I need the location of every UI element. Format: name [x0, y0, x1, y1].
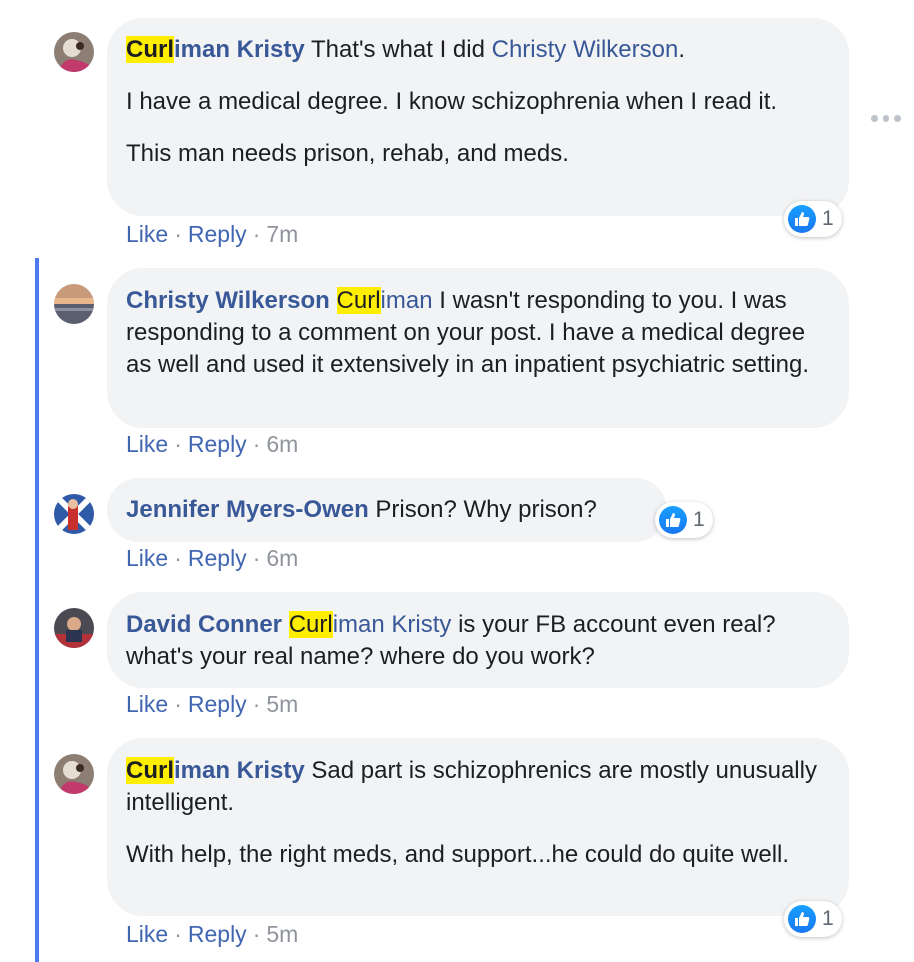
- more-options-icon[interactable]: [871, 112, 902, 124]
- separator: ·: [252, 221, 261, 247]
- comment-body: Christy Wilkerson Curliman I wasn't resp…: [126, 285, 830, 381]
- comment-bubble: David Conner Curliman Kristy is your FB …: [107, 592, 849, 688]
- reply-link[interactable]: Reply: [188, 545, 247, 571]
- avatar[interactable]: [54, 284, 94, 324]
- comment-text-end: .: [678, 36, 685, 63]
- comment-text: Prison? Why prison?: [375, 496, 597, 523]
- avatar[interactable]: [54, 494, 94, 534]
- comment-actions: Like · Reply · 7m: [126, 220, 298, 248]
- separator: ·: [174, 691, 182, 717]
- like-link[interactable]: Like: [126, 921, 168, 947]
- comment-text: That's what I did: [310, 36, 485, 63]
- avatar[interactable]: [54, 608, 94, 648]
- comment-first-line: Curliman Kristy Sad part is schizophreni…: [126, 755, 830, 819]
- comment-bubble: Jennifer Myers-Owen Prison? Why prison?: [107, 478, 667, 542]
- reaction-badge[interactable]: 1: [784, 901, 842, 937]
- comment-actions: Like · Reply · 5m: [126, 920, 298, 948]
- comment-actions: Like · Reply · 6m: [126, 430, 298, 458]
- like-link[interactable]: Like: [126, 691, 168, 717]
- timestamp[interactable]: 6m: [266, 431, 298, 457]
- separator: ·: [252, 691, 261, 717]
- comment-author[interactable]: iman Kristy: [174, 36, 305, 63]
- timestamp[interactable]: 7m: [266, 221, 298, 247]
- mention-highlight[interactable]: Curl: [336, 287, 381, 314]
- reply-link[interactable]: Reply: [188, 691, 247, 717]
- comment-actions: Like · Reply · 5m: [126, 690, 298, 718]
- comment-author[interactable]: iman Kristy: [174, 757, 305, 784]
- reaction-badge[interactable]: 1: [784, 201, 842, 237]
- reply-thread-line: [35, 258, 39, 962]
- comment-body: Jennifer Myers-Owen Prison? Why prison?: [126, 494, 648, 526]
- comment-first-line: Curliman Kristy That's what I did Christ…: [126, 34, 830, 66]
- reply-link[interactable]: Reply: [188, 431, 247, 457]
- comment-actions: Like · Reply · 6m: [126, 544, 298, 572]
- reaction-count: 1: [693, 508, 705, 531]
- comment-bubble: Curliman Kristy That's what I did Christ…: [107, 18, 849, 216]
- timestamp[interactable]: 5m: [266, 691, 298, 717]
- separator: ·: [174, 431, 182, 457]
- comment-paragraph: I have a medical degree. I know schizoph…: [126, 88, 778, 115]
- like-thumbs-up-icon: [788, 905, 816, 933]
- avatar[interactable]: [54, 754, 94, 794]
- comment-paragraph: With help, the right meds, and support..…: [126, 841, 790, 868]
- mention-link[interactable]: iman: [381, 287, 433, 314]
- comment-author[interactable]: Jennifer Myers-Owen: [126, 496, 369, 523]
- comment-bubble: Christy Wilkerson Curliman I wasn't resp…: [107, 268, 849, 428]
- mention-link[interactable]: Christy Wilkerson: [492, 36, 679, 63]
- timestamp[interactable]: 6m: [266, 545, 298, 571]
- comment-bubble: Curliman Kristy Sad part is schizophreni…: [107, 738, 849, 916]
- comment-author-highlight[interactable]: Curl: [126, 36, 174, 63]
- like-link[interactable]: Like: [126, 431, 168, 457]
- reply-link[interactable]: Reply: [188, 221, 247, 247]
- separator: ·: [174, 545, 182, 571]
- timestamp[interactable]: 5m: [266, 921, 298, 947]
- comment-author-highlight[interactable]: Curl: [126, 757, 174, 784]
- reaction-count: 1: [822, 207, 834, 230]
- reaction-badge[interactable]: 1: [655, 502, 713, 538]
- comment-author[interactable]: Christy Wilkerson: [126, 287, 330, 314]
- reply-link[interactable]: Reply: [188, 921, 247, 947]
- like-thumbs-up-icon: [659, 506, 687, 534]
- separator: ·: [252, 431, 261, 457]
- mention-link[interactable]: iman Kristy: [333, 611, 452, 638]
- separator: ·: [174, 921, 182, 947]
- separator: ·: [252, 545, 261, 571]
- avatar[interactable]: [54, 32, 94, 72]
- mention-highlight[interactable]: Curl: [288, 611, 333, 638]
- comment-author[interactable]: David Conner: [126, 611, 282, 638]
- like-thumbs-up-icon: [788, 205, 816, 233]
- like-link[interactable]: Like: [126, 545, 168, 571]
- comment-body: David Conner Curliman Kristy is your FB …: [126, 609, 830, 673]
- like-link[interactable]: Like: [126, 221, 168, 247]
- reaction-count: 1: [822, 907, 834, 930]
- comment-paragraph: This man needs prison, rehab, and meds.: [126, 140, 569, 167]
- separator: ·: [174, 221, 182, 247]
- separator: ·: [252, 921, 261, 947]
